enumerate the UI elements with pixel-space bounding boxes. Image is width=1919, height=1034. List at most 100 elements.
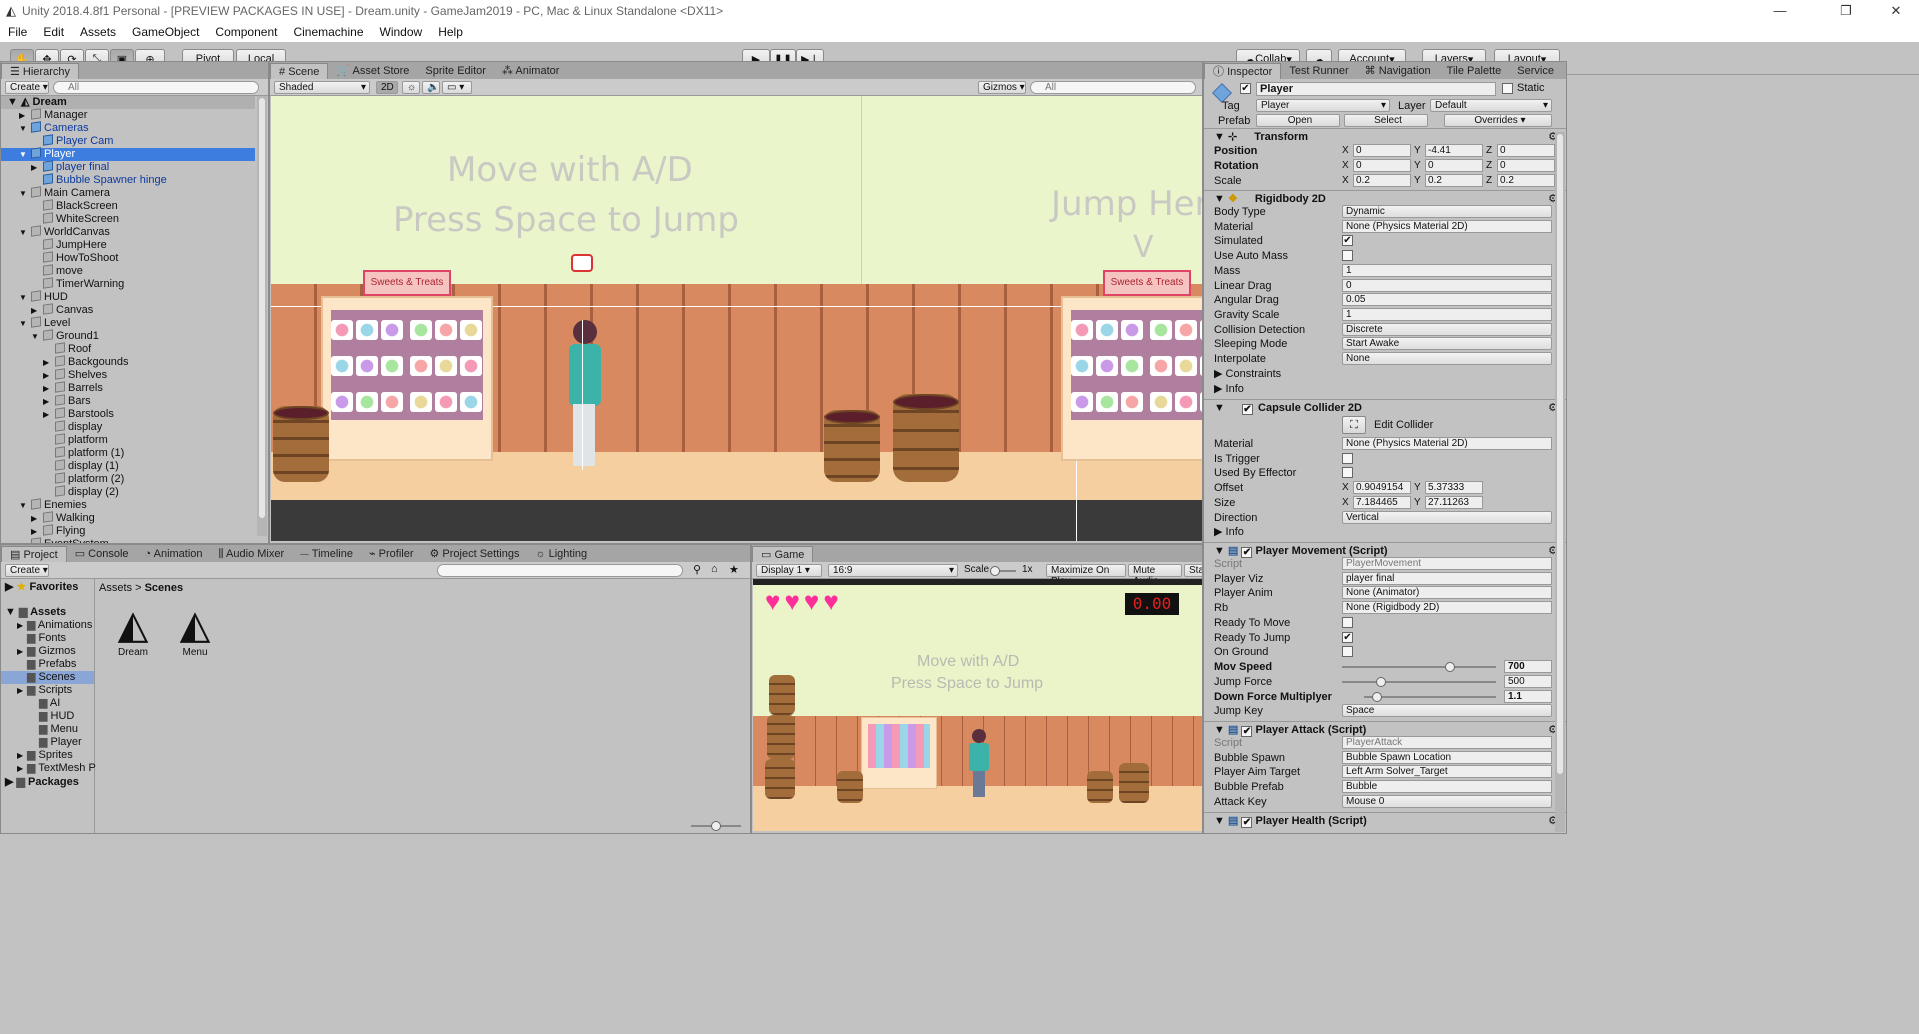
effects-toggle-icon[interactable]: ▭ ▾ <box>442 81 472 94</box>
hierarchy-create-dropdown[interactable]: Create ▾ <box>5 81 49 94</box>
assets-root[interactable]: ▼ ▆ Assets <box>1 606 66 619</box>
field-input[interactable]: 1 <box>1342 263 1552 277</box>
tab-scene[interactable]: # Scene <box>270 63 329 79</box>
hierarchy-item[interactable]: ▶ Barstools <box>1 407 255 421</box>
field-checkbox[interactable]: ✔ <box>1342 235 1353 247</box>
tab-test-runner[interactable]: Test Runner <box>1281 63 1356 79</box>
down-force-slider[interactable] <box>1364 692 1496 702</box>
scene-file-dream[interactable]: ◭ Dream <box>109 603 157 663</box>
hierarchy-item[interactable]: ▼ HUD <box>1 290 255 304</box>
foldout-arrow-icon[interactable]: ▼ <box>19 317 31 330</box>
hierarchy-item[interactable]: ▼ Main Camera <box>1 186 255 200</box>
field-checkbox[interactable]: ✔ <box>1342 631 1353 643</box>
foldout-arrow-icon[interactable]: ▶ <box>17 619 27 632</box>
game-canvas[interactable]: ♥ ♥ ♥ ♥ 0.00 Move with A/D Press Space to J… <box>753 579 1202 831</box>
player-sprite[interactable] <box>561 320 607 472</box>
audio-toggle-icon[interactable]: 🔈 <box>422 81 440 94</box>
constraints-foldout[interactable]: ▶ Constraints <box>1214 367 1556 381</box>
hierarchy-item[interactable]: ▶ Walking <box>1 511 255 525</box>
menu-file[interactable]: File <box>0 25 35 39</box>
foldout-arrow-icon[interactable]: ▼ <box>19 499 31 512</box>
tab-lighting[interactable]: ☼ Lighting <box>527 546 595 562</box>
project-folder[interactable]: ▶ ▆ Gizmos <box>1 645 94 658</box>
field-input[interactable]: None (Rigidbody 2D) <box>1342 601 1552 615</box>
field-input[interactable]: player final <box>1342 571 1552 585</box>
object-name-field[interactable]: Player <box>1256 82 1496 96</box>
rigidbody-info-foldout[interactable]: ▶ Info <box>1214 382 1556 396</box>
filter-type-icon[interactable]: ⚲ <box>693 563 701 576</box>
menu-window[interactable]: Window <box>372 25 431 39</box>
hierarchy-item[interactable]: HowToShoot <box>1 251 255 265</box>
movement-header[interactable]: ▼ ▤ ✔ Player Movement (Script) ⚙ <box>1204 542 1566 558</box>
tab-project[interactable]: ▤ Project <box>1 546 67 562</box>
foldout-arrow-icon[interactable]: ▼ <box>19 148 31 161</box>
field-checkbox[interactable] <box>1342 616 1353 628</box>
collider-info-foldout[interactable]: ▶ Info <box>1214 525 1556 539</box>
slider-knob[interactable] <box>1444 662 1455 672</box>
tab-profiler[interactable]: ⌁ Profiler <box>361 546 422 562</box>
field-input[interactable]: None (Physics Material 2D) <box>1342 219 1552 233</box>
transform-header[interactable]: ▼ ⊹ Transform ⚙ <box>1204 128 1566 144</box>
field-input[interactable]: 1 <box>1342 307 1552 321</box>
menu-component[interactable]: Component <box>207 25 285 39</box>
project-folder[interactable]: ▶ ▆ Sprites <box>1 749 94 762</box>
hierarchy-item[interactable]: platform (2) <box>1 472 255 486</box>
is-trigger-checkbox[interactable] <box>1342 453 1353 464</box>
breadcrumb-scenes[interactable]: Scenes <box>145 582 184 594</box>
scale-slider[interactable] <box>990 566 1016 576</box>
project-create-dropdown[interactable]: Create ▾ <box>5 564 49 577</box>
favorites-item[interactable]: ▶ ★ Favorites <box>1 581 78 594</box>
hierarchy-item[interactable]: platform <box>1 433 255 447</box>
hierarchy-item[interactable]: ▼ Cameras <box>1 121 255 135</box>
2d-toggle[interactable]: 2D <box>376 81 398 94</box>
hierarchy-item[interactable]: ▶ Backgounds <box>1 355 255 369</box>
foldout-arrow-icon[interactable]: ▼ <box>19 122 31 135</box>
inspector-scrollbar[interactable] <box>1555 132 1565 832</box>
hierarchy-item[interactable]: ▶ Shelves <box>1 368 255 382</box>
edit-collider-button[interactable]: ⛶ <box>1342 416 1366 434</box>
maximize-icon[interactable]: ❐ <box>1823 0 1869 22</box>
hierarchy-item[interactable]: ▶ Manager <box>1 108 255 122</box>
slider-knob[interactable] <box>1375 677 1386 687</box>
foldout-arrow-icon[interactable]: ▶ <box>43 369 55 382</box>
collider-enabled-checkbox[interactable]: ✔ <box>1241 404 1253 415</box>
field-dropdown[interactable]: Start Awake <box>1342 337 1552 351</box>
hierarchy-item[interactable]: platform (1) <box>1 446 255 460</box>
field-dropdown[interactable]: Dynamic <box>1342 205 1552 218</box>
tab-hierarchy[interactable]: ☰ Hierarchy <box>1 63 79 79</box>
hierarchy-item[interactable]: ▶ Flying <box>1 524 255 538</box>
hierarchy-item[interactable]: move <box>1 264 255 278</box>
hierarchy-item[interactable]: ▶ Bars <box>1 394 255 408</box>
hierarchy-item[interactable]: display (2) <box>1 485 255 499</box>
hierarchy-item[interactable]: display <box>1 420 255 434</box>
tab-services[interactable]: Service <box>1509 63 1562 79</box>
foldout-arrow-icon[interactable]: ▶ <box>31 304 43 317</box>
prefab-open-button[interactable]: Open <box>1256 114 1340 127</box>
foldout-arrow-icon[interactable]: ▶ <box>43 408 55 421</box>
field-dropdown[interactable]: Mouse 0 <box>1342 794 1552 808</box>
hierarchy-item[interactable]: ▶ Barrels <box>1 381 255 395</box>
project-folder[interactable]: ▆ Menu <box>1 723 94 736</box>
tab-project-settings[interactable]: ⚙ Project Settings <box>422 546 528 562</box>
foldout-arrow-icon[interactable]: ▶ <box>31 161 43 174</box>
tab-navigation[interactable]: ⌘ Navigation <box>1357 63 1439 79</box>
field-input[interactable]: PlayerAttack <box>1342 736 1552 749</box>
tab-timeline[interactable]: ⏤ Timeline <box>292 546 361 562</box>
icon-size-slider[interactable] <box>691 821 741 831</box>
hierarchy-item[interactable]: Bubble Spawner hinge <box>1 173 255 187</box>
project-folder[interactable]: ▶ ▆ Scripts <box>1 684 94 697</box>
project-folder[interactable]: ▆ HUD <box>1 710 94 723</box>
foldout-arrow-icon[interactable]: ▶ <box>17 645 27 658</box>
foldout-arrow-icon[interactable]: ▼ <box>19 226 31 239</box>
project-folder[interactable]: ▶ ▆ TextMesh P <box>1 762 96 775</box>
hierarchy-item[interactable]: ▼ Enemies <box>1 498 255 512</box>
scene-root[interactable]: ▼ ◭ Dream <box>1 96 255 109</box>
hierarchy-search-input[interactable]: All <box>53 81 259 94</box>
foldout-arrow-icon[interactable]: ▶ <box>17 762 27 775</box>
foldout-arrow-icon[interactable]: ▶ <box>19 109 31 122</box>
field-input[interactable]: None (Animator) <box>1342 586 1552 600</box>
hierarchy-item[interactable]: ▼ Player <box>1 147 255 161</box>
menu-edit[interactable]: Edit <box>35 25 72 39</box>
maximize-on-play-toggle[interactable]: Maximize On Play <box>1046 564 1126 587</box>
menu-gameobject[interactable]: GameObject <box>124 25 207 39</box>
